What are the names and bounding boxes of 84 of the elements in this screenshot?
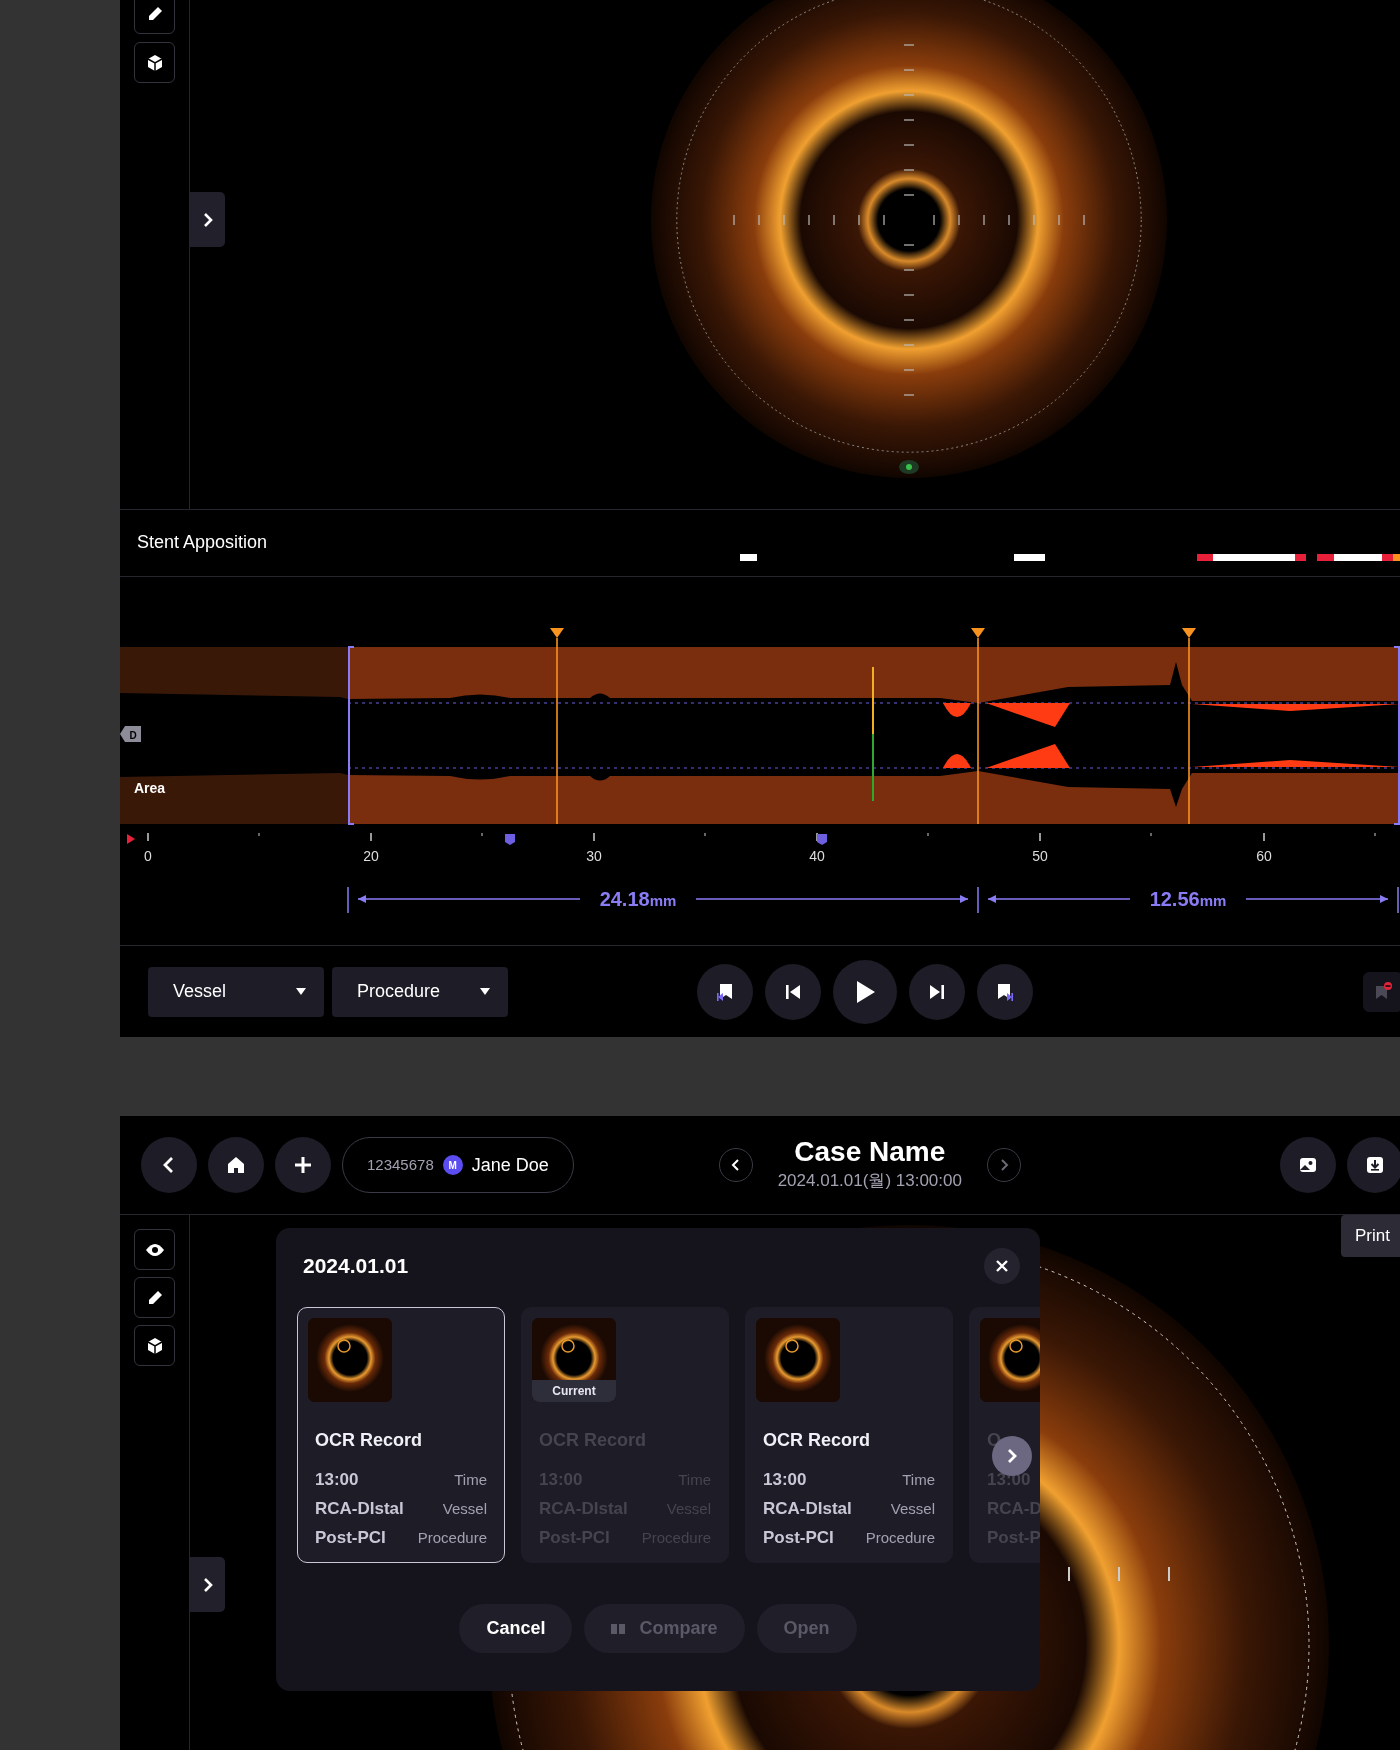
record-label: Vessel	[442, 1499, 487, 1519]
print-tooltip: Print	[1341, 1215, 1400, 1257]
record-card[interactable]: OCR Record 13:00 Time RCA-DIstal Vessel Post-PCI Procedure	[745, 1307, 953, 1563]
record-label: Procedure	[865, 1528, 935, 1548]
record-value: 13:00	[315, 1469, 359, 1491]
skip-back-icon	[784, 982, 802, 1001]
axis-label: 0	[144, 848, 152, 864]
record-label: Time	[902, 1470, 935, 1490]
malapposition-area	[943, 703, 971, 717]
case-datetime: 2024.01.01(월) 13:00:00	[777, 1169, 962, 1192]
expand-panel-button[interactable]	[190, 1557, 225, 1612]
axis-label: 40	[809, 848, 825, 864]
current-badge: Current	[532, 1380, 616, 1402]
image-icon	[1298, 1155, 1318, 1175]
print-button[interactable]	[1347, 1137, 1400, 1193]
home-icon	[226, 1155, 246, 1175]
play-icon	[854, 979, 876, 1004]
section-title: Stent Apposition	[137, 532, 268, 552]
chevron-right-icon	[998, 1159, 1009, 1171]
record-card[interactable]: OCR Record 13:00 Time RCA-DIstal Vessel Post-PCI Procedure	[297, 1307, 505, 1563]
caret-icon	[480, 988, 490, 995]
chevron-right-icon	[1006, 1448, 1018, 1464]
bookmark-remove-button[interactable]	[1363, 971, 1400, 1012]
caret-icon	[296, 988, 306, 995]
view-tool-button[interactable]	[134, 1229, 175, 1270]
compare-icon	[611, 1622, 626, 1635]
record-value: Post-PCI	[763, 1527, 834, 1549]
filter-dropdown[interactable]: Vessel	[148, 966, 324, 1017]
patient-chip[interactable]: 12345678 M Jane Doe	[342, 1137, 574, 1193]
add-button[interactable]	[275, 1137, 331, 1193]
record-label: Procedure	[417, 1528, 487, 1548]
bookmark-icon	[505, 834, 515, 845]
record-value: RCA-DIstal	[763, 1498, 852, 1520]
area-label: Area	[134, 780, 166, 796]
record-value: 13:00	[763, 1469, 807, 1491]
record-title: OCR Record	[315, 1429, 423, 1452]
pencil-tool-button[interactable]	[134, 0, 175, 34]
frame-marker[interactable]	[971, 628, 985, 825]
filter-dropdown[interactable]: Procedure	[332, 966, 508, 1017]
eye-icon	[144, 1241, 165, 1258]
record-label: Time	[454, 1470, 487, 1490]
axis-label: 60	[1256, 848, 1272, 864]
bookmark-icon	[817, 834, 827, 845]
pencil-tool-button[interactable]	[134, 1277, 175, 1318]
expand-panel-button[interactable]	[190, 192, 225, 247]
back-button[interactable]	[141, 1137, 197, 1193]
screenshot-button[interactable]	[1280, 1137, 1336, 1193]
chevron-right-icon	[201, 1576, 214, 1593]
case-title: Case Name	[794, 1136, 946, 1168]
sex-badge: M	[442, 1155, 463, 1175]
close-button[interactable]	[984, 1248, 1020, 1284]
cube-icon	[145, 53, 164, 72]
cube-tool-button[interactable]	[134, 42, 175, 83]
distal-tag: D	[120, 726, 141, 742]
patient-id: 12345678	[367, 1154, 434, 1175]
dialog-button[interactable]: Cancel	[459, 1604, 573, 1653]
close-icon	[995, 1259, 1009, 1273]
frame-marker-icon	[899, 460, 919, 474]
cube-icon	[145, 1336, 164, 1355]
record-value: RCA-DIstal	[315, 1498, 404, 1520]
frame-marker[interactable]	[550, 628, 564, 825]
next-case-button[interactable]	[986, 1148, 1021, 1182]
record-label: Vessel	[890, 1499, 935, 1519]
record-title: OCR Record	[763, 1429, 871, 1452]
chevron-right-icon	[201, 211, 214, 228]
home-button[interactable]	[208, 1137, 264, 1193]
patient-name: Jane Doe	[471, 1153, 549, 1177]
malapposition-area	[943, 754, 971, 768]
distance-value: 24.18mm	[599, 888, 677, 910]
frame-marker[interactable]	[1182, 628, 1196, 825]
dialog-title: 2024.01.01	[303, 1253, 409, 1280]
distance-value: 12.56mm	[1149, 888, 1227, 910]
previous-case-button[interactable]	[718, 1148, 753, 1182]
skip-forward-icon	[928, 982, 946, 1001]
plus-icon	[293, 1155, 313, 1175]
axis-label: 50	[1032, 848, 1048, 864]
record-value: Post-PCI	[315, 1527, 386, 1549]
cube-tool-button[interactable]	[134, 1325, 175, 1366]
chevron-left-icon	[162, 1156, 176, 1174]
download-icon	[1365, 1155, 1385, 1175]
axis-label: 30	[586, 848, 602, 864]
axis-label: 20	[363, 848, 379, 864]
start-marker-icon	[127, 834, 135, 844]
chevron-left-icon	[730, 1159, 741, 1171]
